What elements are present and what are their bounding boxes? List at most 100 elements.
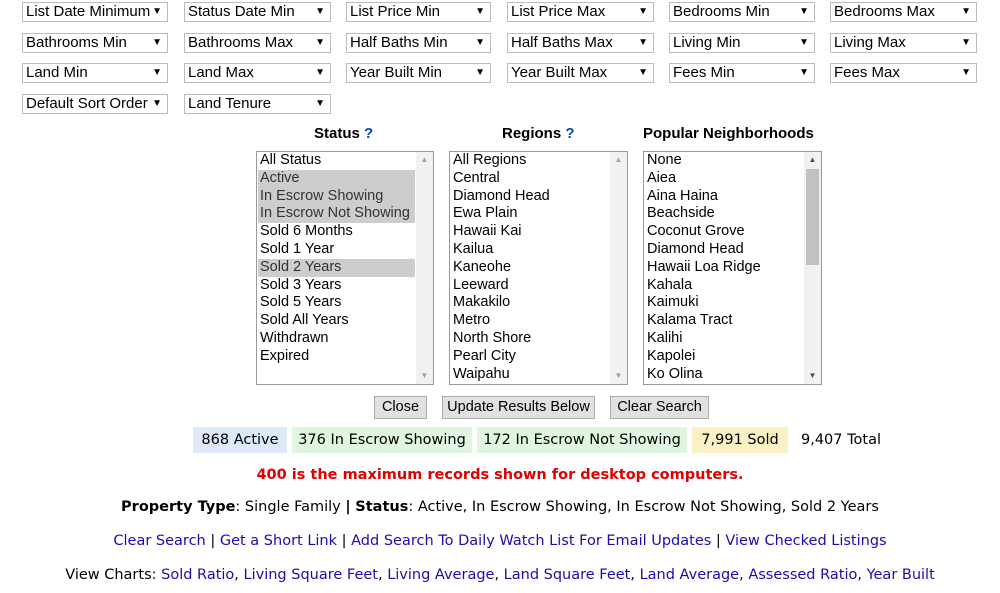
regions-option[interactable]: Kaneohe: [451, 259, 609, 277]
regions-scrollbar[interactable]: ▲ ▼: [610, 152, 627, 384]
filter-dropdown-fees-max[interactable]: Fees Max ▼: [830, 63, 977, 83]
filter-dropdown-living-max[interactable]: Living Max ▼: [830, 33, 977, 53]
filter-dropdown-label: Bedrooms Min: [673, 3, 770, 20]
status-option[interactable]: Sold 3 Years: [258, 277, 415, 295]
status-scrollbar[interactable]: ▲ ▼: [416, 152, 433, 384]
update-results-button[interactable]: Update Results Below: [442, 396, 595, 419]
filter-dropdown-bedrooms-min[interactable]: Bedrooms Min ▼: [669, 2, 815, 22]
status-option[interactable]: In Escrow Showing: [258, 187, 415, 206]
action-links: Clear Search | Get a Short Link | Add Se…: [0, 533, 1000, 549]
status-listbox[interactable]: All Status Active In Escrow Showing In Escr…: [256, 151, 434, 385]
watch-list-link[interactable]: Add Search To Daily Watch List For Email…: [351, 533, 711, 549]
status-option[interactable]: In Escrow Not Showing: [258, 205, 415, 224]
scroll-down-icon[interactable]: ▼: [416, 368, 433, 384]
filter-dropdown-land-min[interactable]: Land Min ▼: [22, 63, 168, 83]
regions-option[interactable]: Ewa Plain: [451, 205, 609, 223]
escrow-not-showing-count[interactable]: 172 In Escrow Not Showing: [477, 427, 687, 453]
clear-search-button[interactable]: Clear Search: [610, 396, 709, 419]
scroll-down-icon[interactable]: ▼: [610, 368, 627, 384]
neighborhoods-listbox[interactable]: None Aiea Aina Haina Beachside Coconut Grove…: [643, 151, 822, 385]
neighborhoods-option[interactable]: Hawaii Loa Ridge: [645, 259, 803, 277]
neighborhoods-option[interactable]: Coconut Grove: [645, 223, 803, 241]
filter-dropdown-year-built-min[interactable]: Year Built Min ▼: [346, 63, 491, 83]
scroll-down-icon[interactable]: ▼: [804, 368, 821, 384]
status-option[interactable]: Withdrawn: [258, 330, 415, 348]
status-help-icon[interactable]: ?: [364, 125, 373, 142]
chart-link[interactable]: Land Square Feet: [504, 567, 631, 583]
regions-option[interactable]: Leeward: [451, 277, 609, 295]
checked-listings-link[interactable]: View Checked Listings: [725, 533, 886, 549]
clear-search-link[interactable]: Clear Search: [113, 533, 205, 549]
short-link-link[interactable]: Get a Short Link: [220, 533, 337, 549]
active-count[interactable]: 868 Active: [193, 427, 287, 453]
status-option[interactable]: Sold 6 Months: [258, 223, 415, 241]
neighborhoods-option[interactable]: None: [645, 152, 803, 170]
regions-option[interactable]: Central: [451, 170, 609, 188]
regions-option[interactable]: Pearl City: [451, 348, 609, 366]
chart-link[interactable]: Sold Ratio: [161, 567, 234, 583]
regions-help-icon[interactable]: ?: [565, 125, 574, 142]
filter-dropdown-bathrooms-max[interactable]: Bathrooms Max ▼: [184, 33, 331, 53]
neighborhoods-option[interactable]: Kalihi: [645, 330, 803, 348]
filter-dropdown-fees-min[interactable]: Fees Min ▼: [669, 63, 815, 83]
neighborhoods-option[interactable]: Ko Olina: [645, 366, 803, 384]
scrollbar-thumb[interactable]: [806, 169, 819, 265]
filter-dropdown-year-built-max[interactable]: Year Built Max ▼: [507, 63, 654, 83]
regions-option[interactable]: Hawaii Kai: [451, 223, 609, 241]
sold-count[interactable]: 7,991 Sold: [692, 427, 788, 453]
status-option[interactable]: Expired: [258, 348, 415, 366]
chevron-down-icon: ▼: [475, 6, 485, 17]
scroll-up-icon[interactable]: ▲: [610, 152, 627, 168]
filter-dropdown-list-price-min[interactable]: List Price Min ▼: [346, 2, 491, 22]
regions-option[interactable]: Makakilo: [451, 294, 609, 312]
status-option[interactable]: Sold 1 Year: [258, 241, 415, 259]
neighborhoods-option[interactable]: Kahala: [645, 277, 803, 295]
status-option[interactable]: Active: [258, 169, 415, 188]
filter-dropdown-land-max[interactable]: Land Max ▼: [184, 63, 331, 83]
filter-dropdown-list-price-max[interactable]: List Price Max ▼: [507, 2, 654, 22]
chart-link[interactable]: Living Average: [387, 567, 494, 583]
neighborhoods-option[interactable]: Aiea: [645, 170, 803, 188]
filter-dropdown-bathrooms-min[interactable]: Bathrooms Min ▼: [22, 33, 168, 53]
regions-option[interactable]: North Shore: [451, 330, 609, 348]
neighborhoods-option[interactable]: Kapolei: [645, 348, 803, 366]
status-option[interactable]: Sold All Years: [258, 312, 415, 330]
filter-dropdown-bedrooms-max[interactable]: Bedrooms Max ▼: [830, 2, 977, 22]
status-header: Status ?: [314, 125, 373, 142]
escrow-showing-count[interactable]: 376 In Escrow Showing: [292, 427, 472, 453]
regions-option[interactable]: Waipahu: [451, 366, 609, 384]
scroll-up-icon[interactable]: ▲: [804, 152, 821, 168]
regions-option[interactable]: All Regions: [451, 152, 609, 170]
regions-header: Regions ?: [502, 125, 575, 142]
filter-dropdown-default-sort-order[interactable]: Default Sort Order ▼: [22, 94, 168, 114]
chart-link[interactable]: Year Built: [867, 567, 935, 583]
status-option[interactable]: Sold 5 Years: [258, 294, 415, 312]
chart-link[interactable]: Assessed Ratio: [748, 567, 857, 583]
filter-dropdown-half-baths-min[interactable]: Half Baths Min ▼: [346, 33, 491, 53]
link-separator: |: [205, 533, 220, 549]
neighborhoods-scrollbar[interactable]: ▲ ▼: [804, 152, 821, 384]
neighborhoods-option[interactable]: Kaimuki: [645, 294, 803, 312]
regions-option[interactable]: Metro: [451, 312, 609, 330]
neighborhoods-option[interactable]: Aina Haina: [645, 188, 803, 206]
filter-dropdown-status-date-min[interactable]: Status Date Min ▼: [184, 2, 331, 22]
close-button[interactable]: Close: [374, 396, 427, 419]
filter-dropdown-land-tenure[interactable]: Land Tenure ▼: [184, 94, 331, 114]
neighborhoods-option[interactable]: Kalama Tract: [645, 312, 803, 330]
regions-listbox[interactable]: All Regions Central Diamond Head Ewa Plain H…: [449, 151, 628, 385]
scroll-up-icon[interactable]: ▲: [416, 152, 433, 168]
filter-dropdown-half-baths-max[interactable]: Half Baths Max ▼: [507, 33, 654, 53]
chevron-down-icon: ▼: [315, 6, 325, 17]
neighborhoods-option[interactable]: Diamond Head: [645, 241, 803, 259]
regions-option[interactable]: Kailua: [451, 241, 609, 259]
status-option[interactable]: Sold 2 Years: [258, 258, 415, 277]
filter-dropdown-list-date-minimum[interactable]: List Date Minimum ▼: [22, 2, 168, 22]
filter-dropdown-living-min[interactable]: Living Min ▼: [669, 33, 815, 53]
status-option[interactable]: All Status: [258, 152, 415, 170]
regions-option[interactable]: Diamond Head: [451, 188, 609, 206]
chart-link[interactable]: Land Average: [640, 567, 740, 583]
neighborhoods-option[interactable]: Beachside: [645, 205, 803, 223]
chart-link[interactable]: Living Square Feet: [244, 567, 378, 583]
property-type-label: Property Type: [121, 499, 236, 515]
filter-dropdown-label: Land Min: [26, 64, 88, 81]
